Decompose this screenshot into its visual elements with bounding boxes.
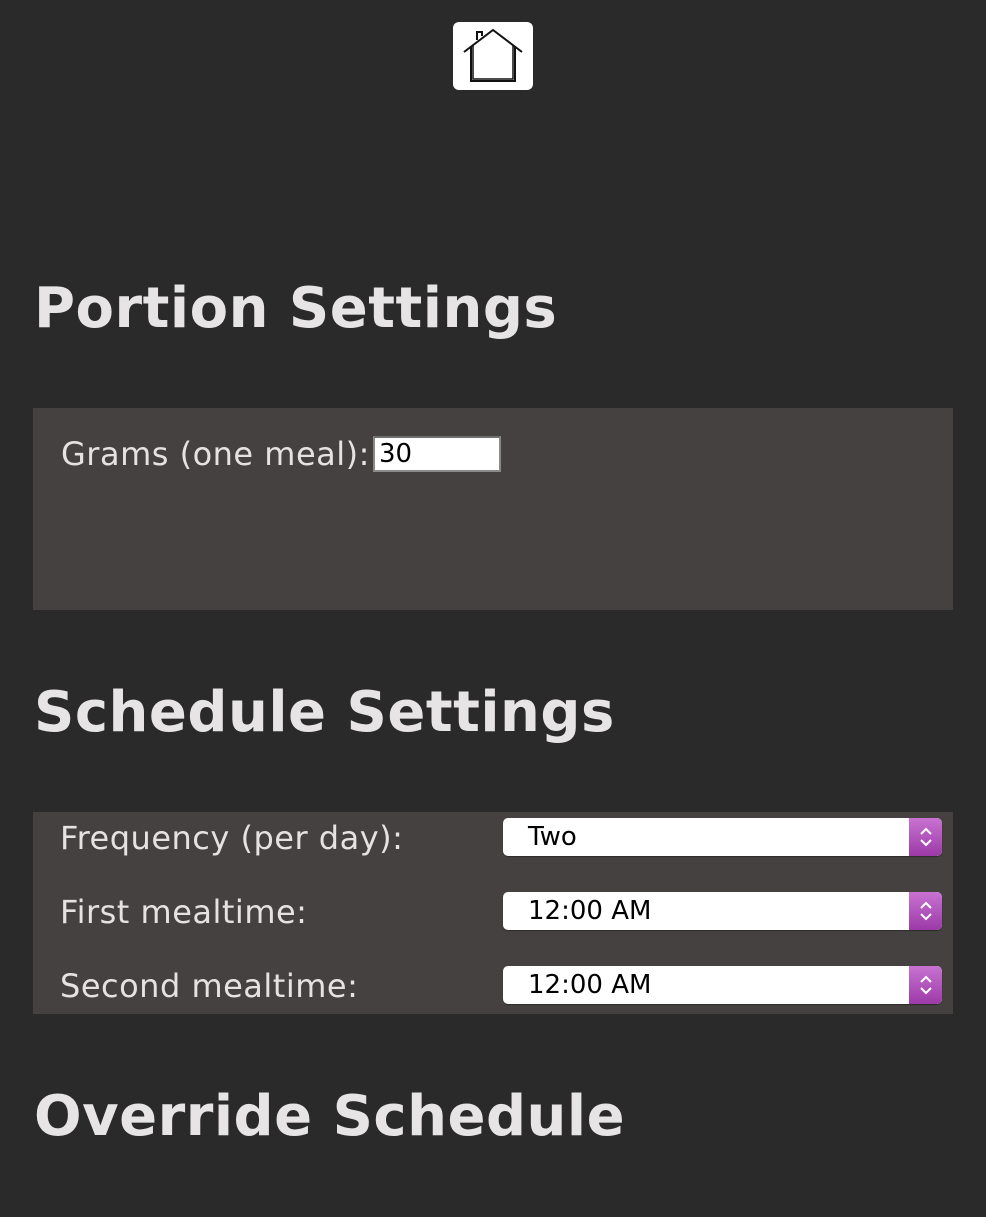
- frequency-select-value: Two: [528, 822, 577, 852]
- first-mealtime-label: First mealtime:: [60, 893, 308, 931]
- portion-settings-panel: Grams (one meal):: [33, 408, 953, 610]
- portion-settings-heading: Portion Settings: [34, 276, 558, 341]
- home-button[interactable]: [453, 22, 533, 90]
- schedule-settings-panel: Frequency (per day): Two First mealtime:…: [33, 812, 953, 1014]
- first-mealtime-select-value: 12:00 AM: [528, 896, 652, 926]
- grams-input[interactable]: [373, 436, 501, 472]
- frequency-select-stepper[interactable]: [909, 818, 942, 856]
- second-mealtime-select-value: 12:00 AM: [528, 970, 652, 1000]
- home-icon: [463, 28, 523, 82]
- grams-label: Grams (one meal):: [61, 435, 370, 473]
- frequency-label: Frequency (per day):: [60, 819, 404, 857]
- schedule-settings-heading: Schedule Settings: [34, 680, 615, 745]
- chevron-up-down-icon: [919, 975, 932, 995]
- chevron-up-down-icon: [919, 901, 932, 921]
- frequency-select[interactable]: Two: [503, 818, 942, 856]
- override-schedule-heading: Override Schedule: [34, 1084, 626, 1149]
- second-mealtime-label: Second mealtime:: [60, 967, 359, 1005]
- second-mealtime-select-stepper[interactable]: [909, 966, 942, 1004]
- chevron-up-down-icon: [919, 827, 932, 847]
- first-mealtime-select-stepper[interactable]: [909, 892, 942, 930]
- second-mealtime-select[interactable]: 12:00 AM: [503, 966, 942, 1004]
- first-mealtime-select[interactable]: 12:00 AM: [503, 892, 942, 930]
